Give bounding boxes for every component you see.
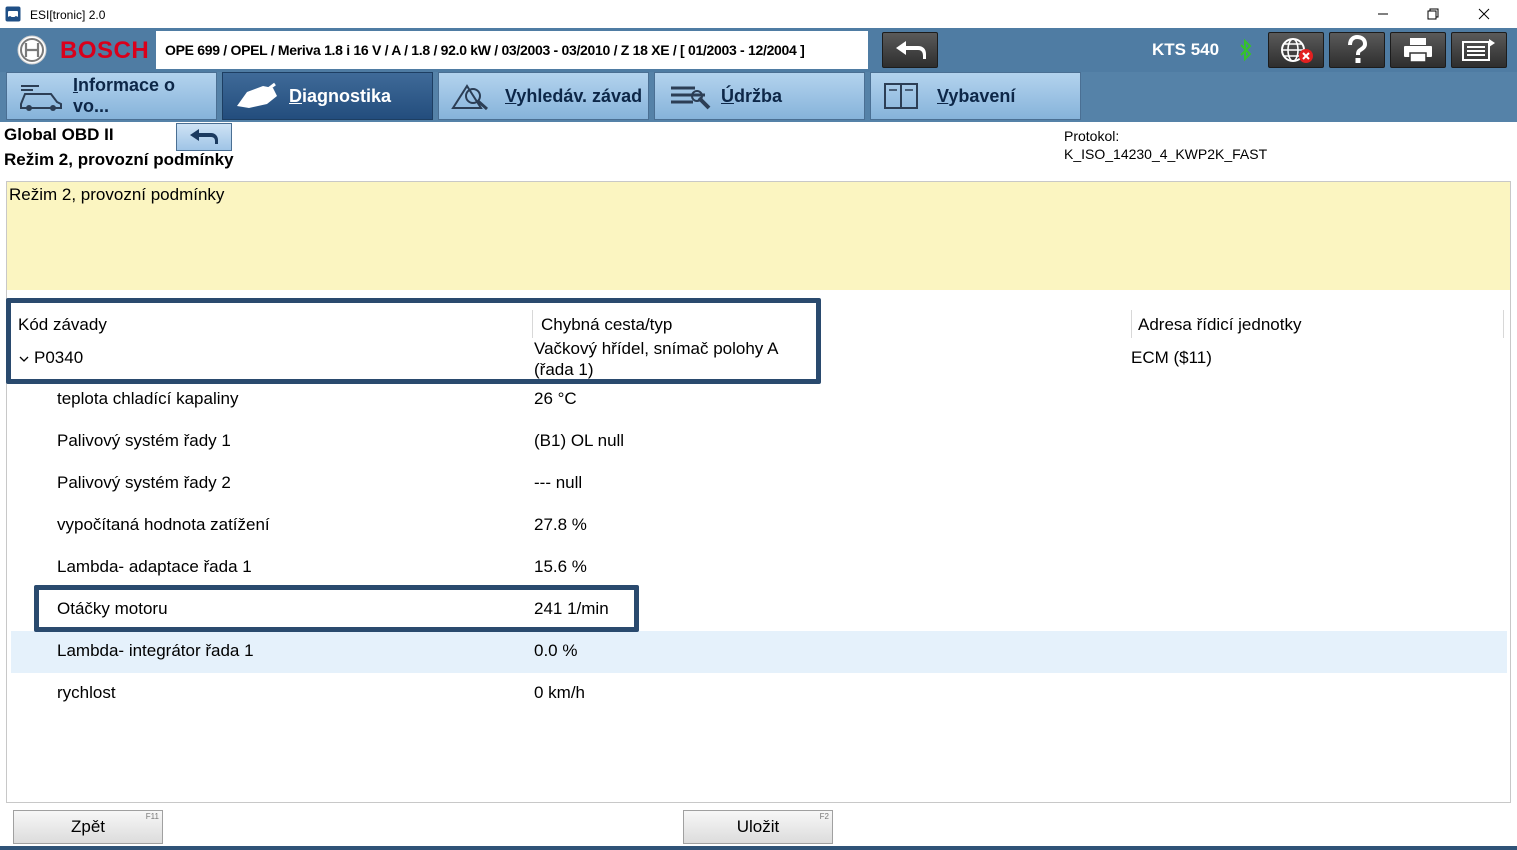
- printer-icon: [1404, 38, 1432, 63]
- close-icon: [1478, 8, 1490, 20]
- tab-label: Údržba: [721, 85, 783, 106]
- dtc-row[interactable]: P0340: [18, 348, 83, 368]
- back-toolbar-button[interactable]: [882, 32, 938, 68]
- bosch-logo-icon: [17, 35, 47, 65]
- dtc-ecu-address: ECM ($11): [1131, 348, 1212, 367]
- troubleshoot-icon: [449, 78, 499, 114]
- tab-troubleshooting[interactable]: Vyhledáv. závad: [438, 72, 649, 120]
- maintenance-icon: [665, 78, 715, 114]
- extras-menu-button[interactable]: [1451, 32, 1507, 68]
- vehicle-identification: OPE 699 / OPEL / Meriva 1.8 i 16 V / A /…: [156, 31, 868, 69]
- window-titlebar: ESI[tronic] 2.0: [0, 0, 1517, 28]
- save-button[interactable]: Uložit F2: [683, 810, 833, 844]
- app-header: BOSCH OPE 699 / OPEL / Meriva 1.8 i 16 V…: [0, 28, 1517, 122]
- tab-label: Informace o vo...: [72, 75, 176, 116]
- equipment-book-icon: [881, 78, 931, 114]
- question-icon: [1348, 35, 1368, 63]
- page-subtitle: Režim 2, provozní podmínky: [4, 150, 234, 169]
- device-label: KTS 540: [1152, 40, 1220, 59]
- parameter-name: teplota chladící kapaliny: [57, 389, 239, 408]
- parameter-name: Lambda- integrátor řada 1: [57, 641, 254, 660]
- tab-diagnostics[interactable]: Diagnostika: [222, 72, 433, 120]
- parameter-name: Palivový systém řady 2: [57, 473, 231, 492]
- restore-icon: [1427, 8, 1439, 20]
- column-header-path[interactable]: Chybná cesta/typ: [541, 315, 672, 335]
- parameter-value: (B1) OL null: [534, 431, 625, 450]
- chevron-down-icon[interactable]: [18, 353, 30, 365]
- column-separator: [1131, 310, 1132, 338]
- minimize-icon: [1378, 13, 1388, 15]
- list-menu-icon: [1462, 39, 1495, 61]
- toolbar: BOSCH OPE 699 / OPEL / Meriva 1.8 i 16 V…: [0, 28, 1517, 72]
- function-key-label: F11: [145, 812, 159, 821]
- parameter-name: vypočítaná hodnota zatížení: [57, 515, 270, 534]
- minimize-button[interactable]: [1360, 0, 1406, 28]
- parameter-name: rychlost: [57, 683, 116, 702]
- tab-label: Vybavení: [937, 85, 1016, 106]
- back-button[interactable]: Zpět F11: [13, 810, 163, 844]
- parameter-name: Lambda- adaptace řada 1: [57, 557, 252, 576]
- app-icon: [5, 6, 21, 22]
- tab-label: Diagnostika: [289, 85, 392, 106]
- column-separator: [532, 310, 533, 338]
- back-arrow-icon: [190, 129, 218, 144]
- table-row[interactable]: rychlost 0 km/h: [11, 673, 1507, 715]
- parameter-value: 27.8 %: [534, 515, 587, 534]
- vehicle-info-icon: [17, 78, 67, 114]
- page-title: Global OBD II: [4, 125, 114, 144]
- protocol-value: K_ISO_14230_4_KWP2K_FAST: [1064, 146, 1268, 162]
- content-frame: Režim 2, provozní podmínky Kód závady Ch…: [6, 181, 1511, 803]
- column-separator: [1503, 310, 1504, 338]
- dtc-code: P0340: [34, 348, 84, 367]
- description-box: Režim 2, provozní podmínky: [7, 182, 1510, 290]
- table-row[interactable]: vypočítaná hodnota zatížení 27.8 %: [11, 505, 1507, 547]
- table-row[interactable]: teplota chladící kapaliny 26 °C: [11, 379, 1507, 421]
- table-row[interactable]: Lambda- adaptace řada 1 15.6 %: [11, 547, 1507, 589]
- parameter-name: Palivový systém řady 1: [57, 431, 231, 450]
- parameter-value: --- null: [534, 473, 583, 492]
- tab-maintenance[interactable]: Údržba: [654, 72, 865, 120]
- table-row[interactable]: Palivový systém řady 1 (B1) OL null: [11, 421, 1507, 463]
- tab-label: Vyhledáv. závad: [505, 85, 643, 106]
- back-small-button[interactable]: [176, 123, 232, 151]
- window-title: ESI[tronic] 2.0: [30, 8, 106, 22]
- protocol-label: Protokol:: [1064, 128, 1120, 144]
- column-header-address[interactable]: Adresa řídicí jednotky: [1138, 315, 1301, 335]
- close-button[interactable]: [1461, 0, 1507, 28]
- parameter-value: 241 1/min: [534, 599, 609, 618]
- restore-button[interactable]: [1410, 0, 1456, 28]
- back-arrow-icon: [896, 41, 926, 59]
- tab-equipment[interactable]: Vybavení: [870, 72, 1081, 120]
- parameter-value: 15.6 %: [534, 557, 587, 576]
- dtc-description: Vačkový hřídel, snímač polohy A (řada 1): [534, 339, 778, 379]
- column-header-code[interactable]: Kód závady: [18, 315, 107, 335]
- diagnosis-plug-icon: [233, 78, 283, 114]
- online-status-button[interactable]: [1268, 32, 1324, 68]
- bluetooth-icon: [1240, 38, 1252, 62]
- back-button-label: Zpět: [70, 817, 106, 836]
- table-row-selected[interactable]: Lambda- integrátor řada 1 0.0 %: [11, 631, 1507, 673]
- parameter-name: Otáčky motoru: [57, 599, 168, 618]
- parameter-value: 0 km/h: [534, 683, 586, 702]
- print-button[interactable]: [1390, 32, 1446, 68]
- save-button-label: Uložit: [736, 817, 780, 836]
- help-button[interactable]: [1329, 32, 1385, 68]
- parameter-value: 26 °C: [534, 389, 577, 408]
- brand-name: BOSCH: [60, 37, 150, 64]
- globe-offline-icon: [1281, 38, 1313, 63]
- table-row[interactable]: Palivový systém řady 2 --- null: [11, 463, 1507, 505]
- parameter-value: 0.0 %: [534, 641, 578, 660]
- tab-vehicle-info[interactable]: Informace o vo...: [6, 72, 217, 120]
- table-row[interactable]: Otáčky motoru 241 1/min: [11, 589, 1507, 631]
- bottom-border: [0, 846, 1517, 850]
- function-key-label: F2: [819, 812, 829, 821]
